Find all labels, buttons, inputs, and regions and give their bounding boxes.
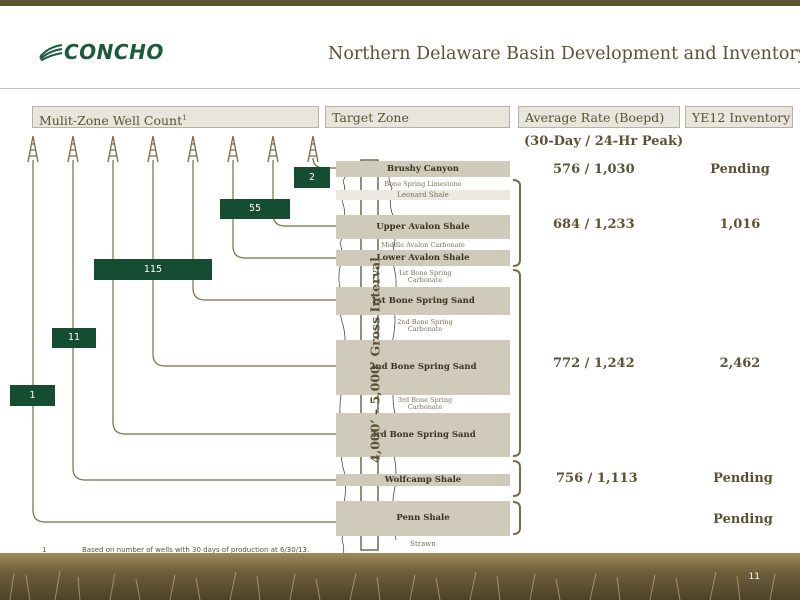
well-count-box-penn: 1 <box>10 385 55 406</box>
rig-icon-5 <box>187 135 199 163</box>
zone-brushy-canyon: Brushy Canyon <box>336 161 510 177</box>
rig-icon-1 <box>27 135 39 163</box>
bracket-bone-spring <box>512 269 521 457</box>
rate-bone-spring: 772 / 1,242 <box>553 356 635 371</box>
rig-icon-2 <box>67 135 79 163</box>
zone-upper-avalon: Upper Avalon Shale <box>336 215 510 239</box>
rig-icons <box>27 135 319 163</box>
inventory-penn: Pending <box>713 512 773 527</box>
zone-bone-spring-limestone: Bone Spring Limestone <box>384 180 462 188</box>
gross-interval-label: 4,000’ – 5,000’ Gross Interval <box>367 257 383 463</box>
rate-avalon: 684 / 1,233 <box>553 217 635 232</box>
footer-grass-decoration <box>9 570 776 600</box>
rate-brushy-canyon: 576 / 1,030 <box>553 162 635 177</box>
page-number: 11 <box>748 572 760 582</box>
rate-wolfcamp: 756 / 1,113 <box>556 471 638 486</box>
zone-1st-bs-sand: 1st Bone Spring Sand <box>336 287 510 315</box>
well-count-box-wolfcamp: 11 <box>52 328 96 348</box>
rig-icon-4 <box>147 135 159 163</box>
rig-icon-6 <box>227 135 239 163</box>
bracket-wolfcamp <box>512 460 521 497</box>
zone-3rd-bs-carbonate: 3rd Bone Spring Carbonate <box>397 396 453 411</box>
zone-leonard-shale: Leonard Shale <box>336 190 510 200</box>
zone-brackets <box>512 179 521 535</box>
well-count-box-bone-spring: 115 <box>94 259 212 280</box>
zone-2nd-bs-carbonate: 2nd Bone Spring Carbonate <box>397 318 453 333</box>
zone-2nd-bs-sand: 2nd Bone Spring Sand <box>336 340 510 395</box>
zone-1st-bs-carbonate: 1st Bone Spring Carbonate <box>398 269 452 284</box>
bracket-penn <box>512 501 521 535</box>
zone-strawn: Strawn <box>410 540 436 548</box>
inventory-avalon: 1,016 <box>719 217 761 232</box>
inventory-brushy-canyon: Pending <box>710 162 770 177</box>
zone-lower-avalon: Lower Avalon Shale <box>336 250 510 266</box>
rig-icon-7 <box>267 135 279 163</box>
inventory-wolfcamp: Pending <box>713 471 773 486</box>
well-count-box-brushy: 2 <box>294 167 330 188</box>
zone-penn-shale: Penn Shale <box>336 501 510 536</box>
inventory-bone-spring: 2,462 <box>719 356 761 371</box>
zone-3rd-bs-sand: 3rd Bone Spring Sand <box>336 413 510 457</box>
rig-icon-3 <box>107 135 119 163</box>
zone-middle-avalon: Middle Avalon Carbonate <box>381 241 465 249</box>
well-count-box-avalon: 55 <box>220 199 290 219</box>
zone-wolfcamp-shale: Wolfcamp Shale <box>336 474 510 486</box>
bracket-avalon <box>512 179 521 267</box>
